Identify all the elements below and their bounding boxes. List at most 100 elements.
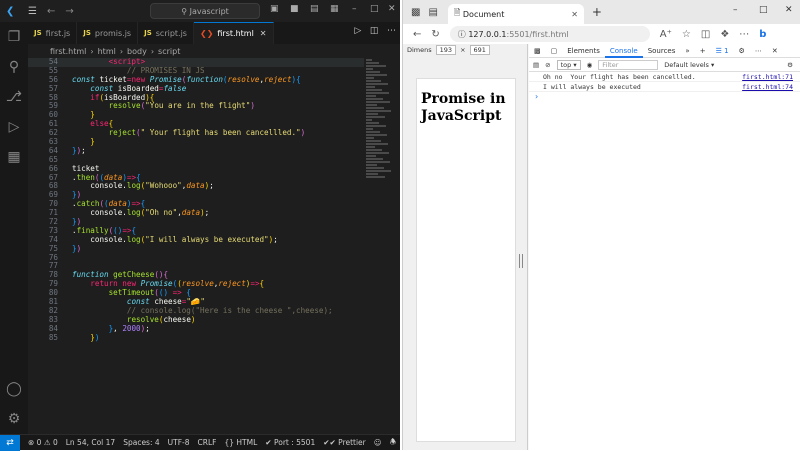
account-icon[interactable]: ◯: [0, 374, 28, 404]
breadcrumb-item[interactable]: html: [98, 47, 116, 56]
more-menu-icon[interactable]: ⋯: [750, 44, 767, 58]
tab-console[interactable]: Console: [604, 44, 643, 58]
prettier-status[interactable]: ✔✔ Prettier: [323, 438, 366, 447]
tab-sources[interactable]: Sources: [643, 44, 681, 58]
sidebar-toggle-icon[interactable]: ■: [290, 4, 299, 14]
page-heading: Promise in JavaScript: [421, 91, 506, 124]
tab-script-js[interactable]: JS script.js: [138, 22, 194, 44]
tab-actions-icon[interactable]: ▤: [428, 7, 437, 18]
search-icon[interactable]: ⚲: [0, 52, 28, 82]
tab-first-js[interactable]: JS first.js: [28, 22, 78, 44]
refresh-icon[interactable]: ↻: [431, 29, 439, 40]
editor-scrollbar[interactable]: [394, 58, 400, 434]
back-arrow-icon[interactable]: ←: [47, 6, 55, 17]
menu-icon[interactable]: ☰: [28, 6, 37, 17]
inspect-icon[interactable]: ▢: [546, 44, 563, 58]
context-select[interactable]: top ▾: [556, 59, 581, 70]
vscode-logo-icon: ❮: [6, 5, 15, 17]
close-icon[interactable]: ✕: [388, 4, 396, 14]
tab-first-html[interactable]: ❮❯ first.html ✕: [193, 22, 274, 44]
close-icon[interactable]: ✕: [785, 5, 793, 15]
back-arrow-icon[interactable]: ←: [413, 29, 421, 40]
live-server-port[interactable]: ✔ Port : 5501: [265, 438, 315, 447]
minimize-icon[interactable]: –: [352, 4, 357, 14]
address-bar[interactable]: ⓘ 127.0.0.1:5501/first.html: [449, 26, 650, 42]
more-actions-icon[interactable]: ⋯: [387, 26, 396, 36]
console-prompt[interactable]: ›: [529, 92, 800, 101]
explorer-icon[interactable]: ❐: [0, 22, 28, 52]
filter-input[interactable]: Filter: [598, 59, 659, 70]
sidebar-toggle-icon[interactable]: ▤: [533, 61, 539, 69]
breadcrumb-item[interactable]: body: [127, 47, 147, 56]
run-icon[interactable]: ▷: [354, 26, 361, 36]
code-line[interactable]: 76: [28, 253, 364, 263]
height-input[interactable]: 691: [469, 45, 490, 55]
read-aloud-icon[interactable]: A⁺: [660, 29, 672, 40]
minimap-line: [366, 146, 375, 148]
clear-console-icon[interactable]: ⊘: [545, 61, 550, 69]
indentation[interactable]: Spaces: 4: [123, 438, 159, 447]
console-source-link[interactable]: first.html:71: [742, 72, 793, 82]
close-icon[interactable]: ✕: [767, 44, 783, 58]
run-debug-icon[interactable]: ▷: [0, 112, 28, 142]
workspaces-icon[interactable]: ▩: [411, 7, 420, 18]
console-message: Oh no Your flight has been cancellled. fi…: [529, 72, 800, 82]
more-menu-icon[interactable]: ⋯: [739, 29, 749, 40]
favorite-star-icon[interactable]: ☆: [682, 29, 691, 40]
console-message-text: I will always be executed: [543, 83, 641, 91]
add-tab-icon[interactable]: +: [695, 44, 711, 58]
minimap-line: [366, 134, 387, 136]
breadcrumb-item[interactable]: script: [158, 47, 180, 56]
minimap-line: [366, 110, 391, 112]
levels-dropdown[interactable]: Default levels ▾: [664, 61, 714, 69]
code-line[interactable]: 75}): [28, 244, 364, 254]
copilot-icon[interactable]: b: [759, 29, 766, 40]
width-input[interactable]: 193: [435, 45, 457, 55]
close-tab-icon[interactable]: ✕: [260, 29, 267, 38]
code-line[interactable]: 85 }): [28, 333, 364, 343]
forward-arrow-icon[interactable]: →: [65, 6, 73, 17]
tab-promis-js[interactable]: JS promis.js: [77, 22, 139, 44]
issues-badge[interactable]: ☰ 1: [711, 44, 734, 58]
line-ending[interactable]: CRLF: [198, 438, 217, 447]
language-mode[interactable]: {} HTML: [224, 438, 257, 447]
minimap-line: [366, 83, 388, 85]
cursor-position[interactable]: Ln 54, Col 17: [66, 438, 115, 447]
maximize-icon[interactable]: □: [370, 4, 379, 14]
customize-layout-icon[interactable]: ▦: [330, 4, 339, 14]
settings-gear-icon[interactable]: ⚙: [0, 404, 28, 434]
encoding[interactable]: UTF-8: [168, 438, 190, 447]
console-source-link[interactable]: first.html:74: [742, 82, 793, 92]
errors-indicator[interactable]: ⊗ 0 ⚠ 0: [28, 438, 58, 447]
tab-elements[interactable]: Elements: [562, 44, 605, 58]
accounts-icon[interactable]: ☺: [374, 438, 382, 447]
new-tab-button[interactable]: +: [592, 5, 602, 19]
extensions-icon[interactable]: ❖: [720, 29, 729, 40]
layout-icon[interactable]: ▣: [270, 4, 279, 14]
code-line[interactable]: 64});: [28, 146, 364, 156]
minimap[interactable]: [364, 58, 394, 434]
remote-indicator-icon[interactable]: ⇄: [0, 434, 20, 451]
source-control-icon[interactable]: ⎇: [0, 82, 28, 112]
code-editor[interactable]: 54 <script> 55 // PROMISES IN JS 56 const t…: [28, 58, 364, 434]
live-expression-eye-icon[interactable]: ◉: [587, 61, 593, 69]
panel-toggle-icon[interactable]: ▤: [310, 4, 319, 14]
browser-tab[interactable]: 🗎 Document ✕: [447, 4, 584, 24]
minimap-line: [366, 161, 390, 163]
console-settings-icon[interactable]: ⚙: [787, 61, 793, 69]
close-tab-icon[interactable]: ✕: [571, 10, 578, 19]
notifications-bell-icon[interactable]: 🕭: [390, 436, 397, 449]
tab-label: first.html: [217, 29, 254, 38]
device-toolbar-icon[interactable]: ▩: [529, 44, 546, 58]
viewport-resize-handle[interactable]: [519, 254, 523, 268]
more-tabs-icon[interactable]: »: [680, 44, 694, 58]
breadcrumb-item[interactable]: first.html: [50, 47, 86, 56]
settings-gear-icon[interactable]: ⚙: [734, 44, 750, 58]
split-screen-icon[interactable]: ◫: [701, 29, 710, 40]
maximize-icon[interactable]: □: [759, 5, 768, 15]
split-editor-icon[interactable]: ◫: [370, 26, 379, 36]
minimize-icon[interactable]: –: [733, 5, 738, 15]
command-center[interactable]: ⚲ Javascript: [150, 3, 260, 19]
minimap-line: [366, 104, 377, 106]
extensions-icon[interactable]: ▦: [0, 142, 28, 172]
